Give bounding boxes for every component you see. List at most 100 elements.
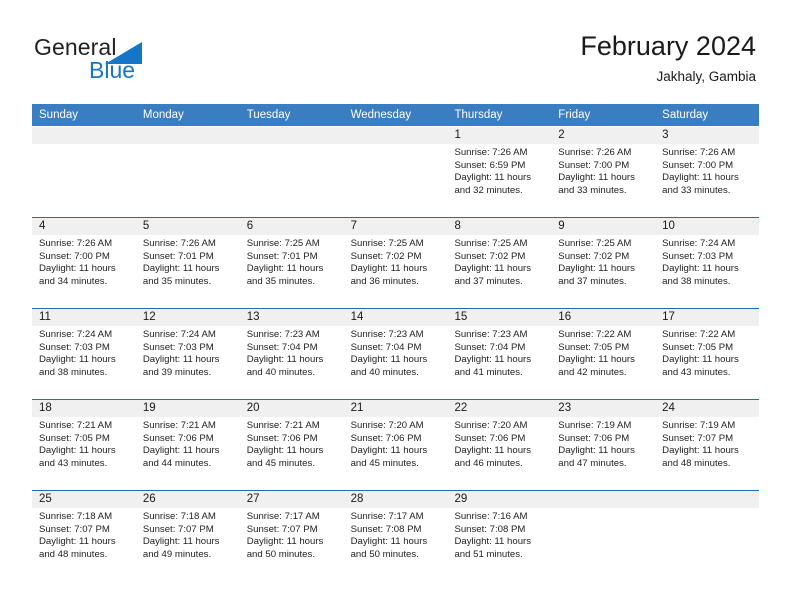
sunset-text: Sunset: 7:05 PM — [39, 432, 110, 444]
day-cell[interactable]: 5 Sunrise: 7:26 AM Sunset: 7:01 PM Dayli… — [136, 218, 240, 308]
day-cell[interactable]: 29 Sunrise: 7:16 AM Sunset: 7:08 PM Dayl… — [447, 491, 551, 581]
day-number: 6 — [246, 220, 254, 232]
day-cell[interactable] — [655, 491, 759, 581]
daylight-text-line1: Daylight: 11 hours — [454, 263, 532, 275]
daylight-text-line1: Daylight: 11 hours — [662, 354, 739, 366]
day-cell[interactable]: 3 Sunrise: 7:26 AM Sunset: 7:00 PM Dayli… — [655, 127, 759, 217]
day-number: 12 — [142, 311, 156, 323]
day-cell[interactable]: 12 Sunrise: 7:24 AM Sunset: 7:03 PM Dayl… — [136, 309, 240, 399]
daylight-text-line1: Daylight: 11 hours — [558, 172, 635, 184]
day-cell[interactable]: 7 Sunrise: 7:25 AM Sunset: 7:02 PM Dayli… — [344, 218, 448, 308]
sunrise-text: Sunrise: 7:25 AM — [246, 238, 320, 249]
daylight-text-line1: Daylight: 11 hours — [454, 354, 532, 366]
daylight-text-line1: Daylight: 11 hours — [350, 445, 428, 457]
sunrise-text: Sunrise: 7:26 AM — [454, 147, 528, 158]
daylight-text-line1: Daylight: 11 hours — [39, 263, 116, 275]
sunset-text: Sunset: 7:02 PM — [350, 250, 422, 262]
day-cell[interactable] — [551, 491, 655, 581]
day-cell[interactable] — [344, 127, 448, 217]
sunrise-text: Sunrise: 7:25 AM — [558, 238, 632, 249]
day-details: Sunrise: 7:25 AM Sunset: 7:02 PM Dayligh… — [351, 238, 444, 288]
day-cell[interactable] — [32, 127, 136, 217]
day-cell[interactable]: 4 Sunrise: 7:26 AM Sunset: 7:00 PM Dayli… — [32, 218, 136, 308]
day-details: Sunrise: 7:17 AM Sunset: 7:07 PM Dayligh… — [247, 511, 340, 561]
daylight-text-line1: Daylight: 11 hours — [454, 172, 532, 184]
day-cell[interactable]: 2 Sunrise: 7:26 AM Sunset: 7:00 PM Dayli… — [551, 127, 655, 217]
daylight-text-line1: Daylight: 11 hours — [662, 263, 739, 275]
sunset-text: Sunset: 7:01 PM — [246, 250, 318, 262]
day-number: 22 — [454, 402, 468, 414]
daylight-text-line2: and 49 minutes. — [142, 548, 212, 560]
sunset-text: Sunset: 7:02 PM — [454, 250, 526, 262]
sunset-text: Sunset: 7:04 PM — [350, 341, 422, 353]
day-cell[interactable]: 1 Sunrise: 7:26 AM Sunset: 6:59 PM Dayli… — [447, 127, 551, 217]
sunrise-text: Sunrise: 7:24 AM — [39, 329, 113, 340]
sunset-text: Sunset: 7:06 PM — [558, 432, 630, 444]
day-cell[interactable]: 16 Sunrise: 7:22 AM Sunset: 7:05 PM Dayl… — [551, 309, 655, 399]
day-number: 25 — [39, 493, 52, 505]
day-cell[interactable]: 22 Sunrise: 7:20 AM Sunset: 7:06 PM Dayl… — [447, 400, 551, 490]
sunrise-text: Sunrise: 7:18 AM — [39, 511, 113, 522]
calendar-week-row: 4 Sunrise: 7:26 AM Sunset: 7:00 PM Dayli… — [32, 217, 759, 308]
day-details: Sunrise: 7:21 AM Sunset: 7:06 PM Dayligh… — [143, 420, 236, 470]
day-cell[interactable] — [136, 127, 240, 217]
day-cell[interactable]: 23 Sunrise: 7:19 AM Sunset: 7:06 PM Dayl… — [551, 400, 655, 490]
day-cell[interactable]: 9 Sunrise: 7:25 AM Sunset: 7:02 PM Dayli… — [551, 218, 655, 308]
day-details: Sunrise: 7:16 AM Sunset: 7:08 PM Dayligh… — [454, 511, 547, 561]
day-cell[interactable]: 18 Sunrise: 7:21 AM Sunset: 7:05 PM Dayl… — [32, 400, 136, 490]
sunset-text: Sunset: 7:05 PM — [662, 341, 734, 353]
day-cell[interactable]: 17 Sunrise: 7:22 AM Sunset: 7:05 PM Dayl… — [655, 309, 759, 399]
day-cell[interactable]: 15 Sunrise: 7:23 AM Sunset: 7:04 PM Dayl… — [447, 309, 551, 399]
daylight-text-line1: Daylight: 11 hours — [350, 536, 428, 548]
daylight-text-line1: Daylight: 11 hours — [454, 536, 532, 548]
sunrise-text: Sunrise: 7:21 AM — [142, 420, 216, 431]
day-details: Sunrise: 7:19 AM Sunset: 7:06 PM Dayligh… — [558, 420, 651, 470]
day-cell[interactable]: 6 Sunrise: 7:25 AM Sunset: 7:01 PM Dayli… — [240, 218, 344, 308]
day-details: Sunrise: 7:25 AM Sunset: 7:02 PM Dayligh… — [454, 238, 547, 288]
sunset-text: Sunset: 7:03 PM — [142, 341, 214, 353]
weekday-header-friday: Friday — [558, 109, 591, 121]
day-cell[interactable]: 21 Sunrise: 7:20 AM Sunset: 7:06 PM Dayl… — [344, 400, 448, 490]
day-cell[interactable]: 8 Sunrise: 7:25 AM Sunset: 7:02 PM Dayli… — [447, 218, 551, 308]
day-details: Sunrise: 7:19 AM Sunset: 7:07 PM Dayligh… — [662, 420, 755, 470]
day-details: Sunrise: 7:24 AM Sunset: 7:03 PM Dayligh… — [39, 329, 132, 379]
day-cell[interactable]: 26 Sunrise: 7:18 AM Sunset: 7:07 PM Dayl… — [136, 491, 240, 581]
sunrise-text: Sunrise: 7:20 AM — [350, 420, 424, 431]
daylight-text-line1: Daylight: 11 hours — [246, 536, 324, 548]
daylight-text-line1: Daylight: 11 hours — [350, 263, 428, 275]
day-number: 11 — [39, 311, 51, 323]
day-cell[interactable]: 27 Sunrise: 7:17 AM Sunset: 7:07 PM Dayl… — [240, 491, 344, 581]
daylight-text-line2: and 37 minutes. — [454, 275, 523, 287]
sunset-text: Sunset: 7:00 PM — [662, 159, 734, 171]
day-cell[interactable]: 24 Sunrise: 7:19 AM Sunset: 7:07 PM Dayl… — [655, 400, 759, 490]
weekday-header-tuesday: Tuesday — [246, 109, 291, 121]
daylight-text-line1: Daylight: 11 hours — [142, 354, 220, 366]
day-cell[interactable]: 10 Sunrise: 7:24 AM Sunset: 7:03 PM Dayl… — [655, 218, 759, 308]
sunrise-text: Sunrise: 7:17 AM — [246, 511, 320, 522]
daylight-text-line1: Daylight: 11 hours — [558, 263, 635, 275]
daylight-text-line1: Daylight: 11 hours — [558, 445, 635, 457]
daylight-text-line2: and 39 minutes. — [142, 366, 212, 378]
daylight-text-line2: and 47 minutes. — [558, 457, 627, 469]
day-cell[interactable]: 20 Sunrise: 7:21 AM Sunset: 7:06 PM Dayl… — [240, 400, 344, 490]
day-cell[interactable]: 14 Sunrise: 7:23 AM Sunset: 7:04 PM Dayl… — [344, 309, 448, 399]
day-cell[interactable]: 13 Sunrise: 7:23 AM Sunset: 7:04 PM Dayl… — [240, 309, 344, 399]
day-cell[interactable]: 28 Sunrise: 7:17 AM Sunset: 7:08 PM Dayl… — [344, 491, 448, 581]
sunset-text: Sunset: 7:05 PM — [558, 341, 630, 353]
daylight-text-line2: and 48 minutes. — [39, 548, 108, 560]
daylight-text-line2: and 46 minutes. — [454, 457, 523, 469]
daylight-text-line2: and 45 minutes. — [350, 457, 419, 469]
day-cell[interactable]: 11 Sunrise: 7:24 AM Sunset: 7:03 PM Dayl… — [32, 309, 136, 399]
day-details: Sunrise: 7:26 AM Sunset: 7:00 PM Dayligh… — [558, 147, 651, 197]
sunrise-text: Sunrise: 7:20 AM — [454, 420, 528, 431]
sunset-text: Sunset: 7:04 PM — [246, 341, 318, 353]
sunset-text: Sunset: 7:07 PM — [142, 523, 214, 535]
day-number: 1 — [454, 129, 461, 141]
day-cell[interactable]: 25 Sunrise: 7:18 AM Sunset: 7:07 PM Dayl… — [32, 491, 136, 581]
sunrise-text: Sunrise: 7:26 AM — [662, 147, 736, 158]
day-cell[interactable] — [240, 127, 344, 217]
day-number: 5 — [142, 220, 150, 232]
brand-logo[interactable]: General Blue — [34, 34, 264, 86]
day-cell[interactable]: 19 Sunrise: 7:21 AM Sunset: 7:06 PM Dayl… — [136, 400, 240, 490]
weekday-header-row: Sunday Monday Tuesday Wednesday Thursday… — [32, 104, 759, 126]
